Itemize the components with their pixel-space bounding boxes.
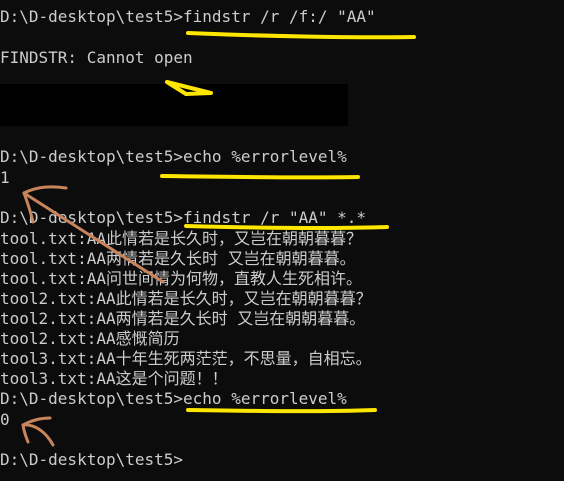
result-line: tool2.txt:AA感慨简历 <box>0 329 180 348</box>
yellow-underline <box>186 408 377 414</box>
prompt-line-echo-2: D:\D-desktop\test5>echo %errorlevel% <box>0 389 347 408</box>
yellow-underline <box>160 174 360 180</box>
prompt-line-echo-1: D:\D-desktop\test5>echo %errorlevel% <box>0 147 347 166</box>
result-line: tool.txt:AA问世间情为何物，直教人生死相许。 <box>0 269 362 288</box>
errorlevel-output-2: 0 <box>0 410 10 429</box>
prompt-line-current: D:\D-desktop\test5> <box>0 450 184 469</box>
brown-arrow-head <box>21 416 52 444</box>
prompt-line-findstr-r: D:\D-desktop\test5>findstr /r "AA" *.* <box>0 208 367 227</box>
errorlevel-output-1: 1 <box>0 168 10 187</box>
result-line: tool3.txt:AA这是个问题！！ <box>0 369 228 388</box>
result-line: tool.txt:AA此情若是长久时，又岂在朝朝暮暮？ <box>0 229 362 248</box>
error-output-line: FINDSTR: Cannot open <box>0 48 193 67</box>
redaction-block <box>0 84 348 126</box>
result-line: tool2.txt:AA两情若是久长时 又岂在朝朝暮暮。 <box>0 309 366 328</box>
yellow-underline <box>186 31 416 40</box>
result-line: tool2.txt:AA此情若是长久时，又岂在朝朝暮暮？ <box>0 289 372 308</box>
brown-arrow <box>21 423 55 447</box>
result-line: tool3.txt:AA十年生死两茫茫，不思量，自相忘。 <box>0 349 372 368</box>
prompt-line-findstr-f: D:\D-desktop\test5>findstr /r /f:/ "AA" <box>0 7 376 26</box>
result-line: tool.txt:AA两情若是久长时 又岂在朝朝暮暮。 <box>0 249 356 268</box>
